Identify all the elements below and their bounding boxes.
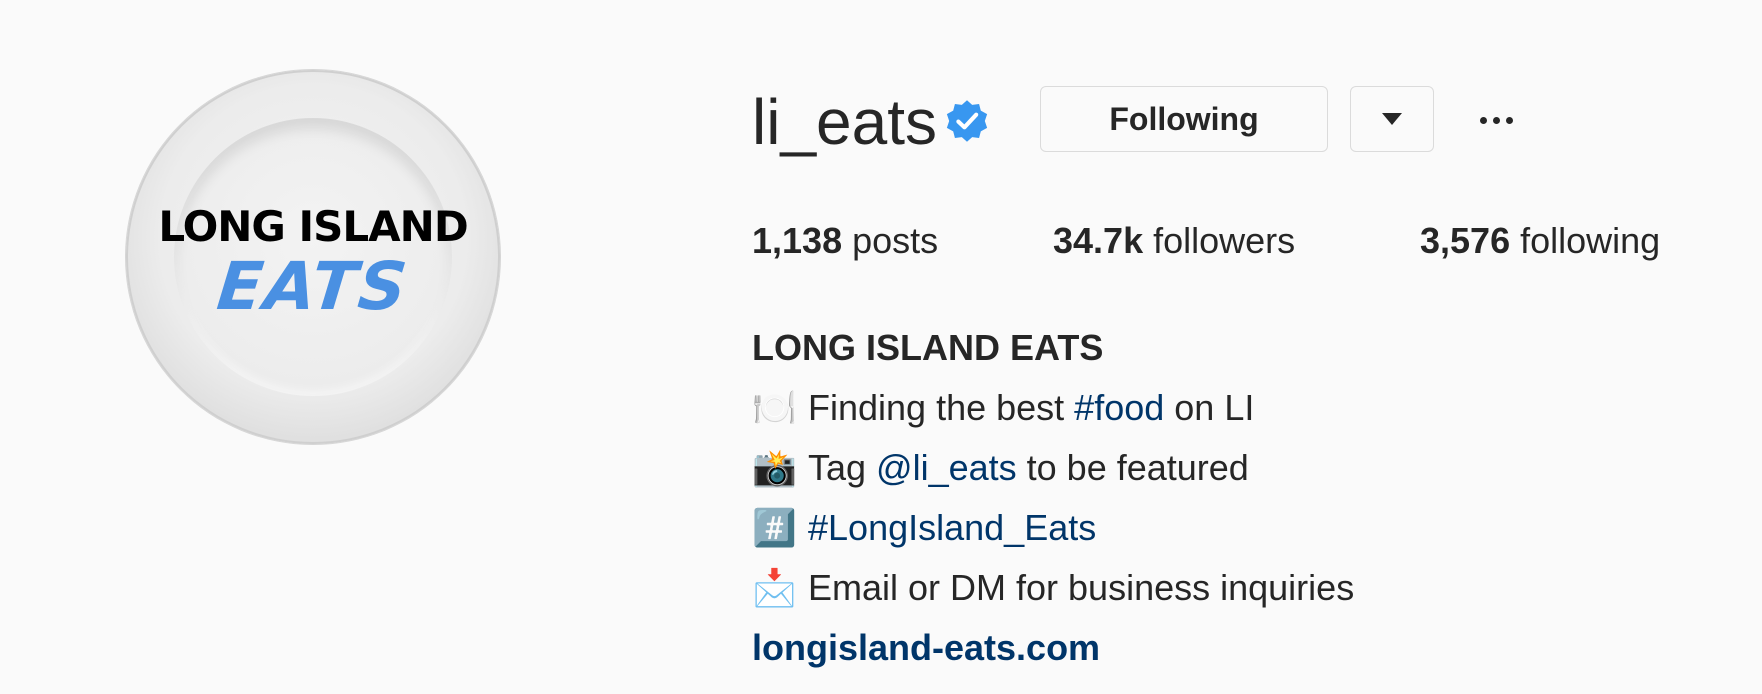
- profile-avatar[interactable]: LONG ISLAND EATS: [126, 70, 500, 444]
- more-options-icon: [1492, 116, 1500, 124]
- bio-text: Tag: [808, 447, 877, 488]
- bio-line-food: 🍽️ Finding the best #food on LI: [752, 378, 1732, 438]
- logo-text-eats: EATS: [213, 248, 413, 325]
- camera-flash-icon: 📸: [752, 447, 797, 488]
- more-options-button[interactable]: [1470, 100, 1522, 140]
- verified-badge-icon: [946, 100, 988, 142]
- hashtag-link-food[interactable]: #food: [1074, 387, 1164, 428]
- hashtag-link-longisland-eats[interactable]: #LongIsland_Eats: [808, 507, 1096, 548]
- following-button[interactable]: Following: [1040, 86, 1328, 152]
- followers-count: 34.7k: [1053, 220, 1144, 261]
- plate-cutlery-icon: 🍽️: [752, 387, 797, 428]
- bio-line-contact: 📩 Email or DM for business inquiries: [752, 558, 1732, 618]
- more-options-icon: [1505, 116, 1513, 124]
- posts-count: 1,138: [752, 220, 843, 261]
- followers-label: followers: [1153, 220, 1296, 261]
- profile-header: LONG ISLAND EATS li_eats Following 1,138…: [0, 0, 1762, 694]
- following-stat[interactable]: 3,576 following: [1420, 216, 1660, 266]
- following-count: 3,576: [1420, 220, 1511, 261]
- bio-text: Email or DM for business inquiries: [808, 567, 1355, 608]
- bio-line-tag: 📸 Tag @li_eats to be featured: [752, 438, 1732, 498]
- bio-text: Finding the best: [808, 387, 1075, 428]
- posts-stat: 1,138 posts: [752, 216, 938, 266]
- posts-label: posts: [852, 220, 939, 261]
- profile-bio: LONG ISLAND EATS 🍽️ Finding the best #foo…: [752, 318, 1732, 678]
- envelope-arrow-icon: 📩: [752, 567, 797, 608]
- more-options-icon: [1479, 116, 1487, 124]
- logo-text-long-island: LONG ISLAND: [158, 202, 468, 251]
- hash-keycap-icon: #️⃣: [752, 507, 797, 548]
- suggested-dropdown-button[interactable]: [1350, 86, 1434, 152]
- mention-link-li-eats[interactable]: @li_eats: [876, 447, 1017, 488]
- bio-text: to be featured: [1016, 447, 1249, 488]
- bio-line-hashtag: #️⃣ #LongIsland_Eats: [752, 498, 1732, 558]
- chevron-down-icon: [1382, 113, 1402, 125]
- following-label: following: [1520, 220, 1661, 261]
- followers-stat[interactable]: 34.7k followers: [1053, 216, 1295, 266]
- bio-text: on LI: [1164, 387, 1255, 428]
- website-link[interactable]: longisland-eats.com: [752, 618, 1732, 678]
- profile-full-name: LONG ISLAND EATS: [752, 327, 1104, 368]
- profile-username: li_eats: [752, 86, 937, 158]
